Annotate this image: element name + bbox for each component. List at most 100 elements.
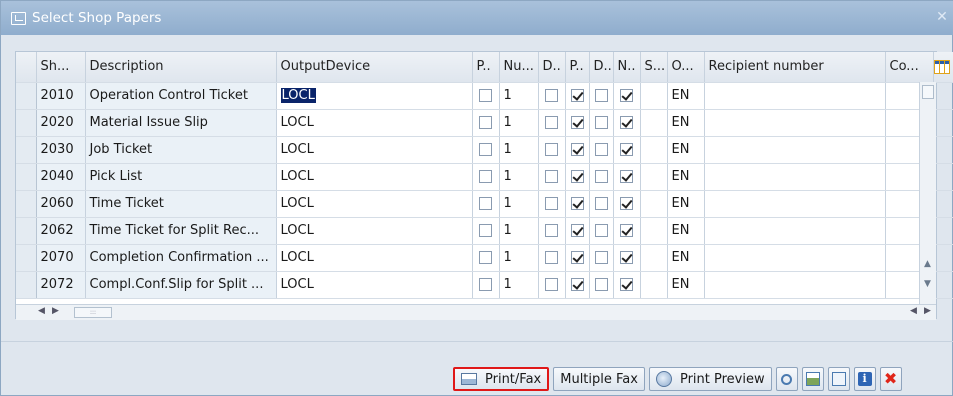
checkbox-cell[interactable] xyxy=(613,82,641,110)
output-device-cell[interactable]: LOCL xyxy=(276,109,473,137)
scroll-thumb[interactable] xyxy=(922,85,934,99)
checkbox[interactable] xyxy=(479,116,492,129)
row-selector[interactable] xyxy=(16,82,37,110)
checkbox-checked[interactable] xyxy=(570,251,584,264)
number-cell[interactable]: 1 xyxy=(499,217,539,245)
cancel-button[interactable]: ✖ xyxy=(879,367,902,391)
language-cell[interactable]: EN xyxy=(667,190,705,218)
copies-value[interactable]: 1 xyxy=(504,250,512,265)
checkbox-cell[interactable] xyxy=(538,136,566,164)
horizontal-scroll-thumb[interactable]: ::: xyxy=(74,307,112,318)
output-device-cell[interactable]: LOCL xyxy=(276,163,473,191)
table-row[interactable]: 2070 Completion Confirmation ... LOCL 1 EN xyxy=(16,244,953,272)
output-device-cell[interactable]: LOCL xyxy=(276,217,473,245)
output-device-cell[interactable]: LOCL xyxy=(276,136,473,164)
checkbox-cell[interactable] xyxy=(589,136,614,164)
number-cell[interactable]: 1 xyxy=(499,82,539,110)
checkbox-cell[interactable] xyxy=(613,163,641,191)
s-cell[interactable] xyxy=(640,136,668,164)
copies-value[interactable]: 1 xyxy=(504,88,512,103)
checkbox-cell[interactable] xyxy=(589,190,614,218)
s-cell[interactable] xyxy=(640,244,668,272)
row-selector[interactable] xyxy=(16,163,37,191)
language-cell[interactable]: EN xyxy=(667,217,705,245)
copies-value[interactable]: 1 xyxy=(504,277,512,292)
copies-value[interactable]: 1 xyxy=(504,142,512,157)
checkbox-cell[interactable] xyxy=(565,82,590,110)
checkbox[interactable] xyxy=(545,143,558,156)
recipient-number-cell[interactable] xyxy=(704,217,886,245)
output-device-value[interactable]: LOCL xyxy=(281,169,314,184)
table-row[interactable]: 2010 Operation Control Ticket LOCL 1 EN xyxy=(16,82,953,110)
close-icon[interactable]: ✕ xyxy=(934,9,950,27)
output-device-cell[interactable]: LOCL xyxy=(276,271,473,299)
scroll-right-icon[interactable]: ▶ xyxy=(924,306,931,316)
output-device-cell[interactable]: LOCL xyxy=(276,244,473,272)
checkbox-checked[interactable] xyxy=(620,143,633,156)
checkbox-cell[interactable] xyxy=(538,217,566,245)
checkbox-checked[interactable] xyxy=(570,116,584,129)
checkbox-cell[interactable] xyxy=(472,271,500,299)
checkbox[interactable] xyxy=(594,278,608,291)
number-cell[interactable]: 1 xyxy=(499,163,539,191)
checkbox[interactable] xyxy=(545,251,558,264)
number-cell[interactable]: 1 xyxy=(499,271,539,299)
column-header[interactable]: N.. xyxy=(613,52,641,83)
output-device-cell[interactable]: LOCL xyxy=(276,190,473,218)
scroll-up-icon[interactable]: ▲ xyxy=(924,259,931,269)
column-header[interactable]: O... xyxy=(667,52,705,83)
scroll-right-icon[interactable]: ▶ xyxy=(52,306,59,316)
checkbox-cell[interactable] xyxy=(565,136,590,164)
checkbox[interactable] xyxy=(479,89,492,102)
output-device-value[interactable]: LOCL xyxy=(281,196,314,211)
checkbox-cell[interactable] xyxy=(565,190,590,218)
language-cell[interactable]: EN xyxy=(667,244,705,272)
column-header[interactable]: P.. xyxy=(565,52,590,83)
recipient-number-cell[interactable] xyxy=(704,82,886,110)
column-header[interactable]: Description xyxy=(85,52,277,83)
column-settings-button[interactable] xyxy=(933,52,953,83)
output-device-value[interactable]: LOCL xyxy=(281,223,314,238)
language-cell[interactable]: EN xyxy=(667,271,705,299)
language-cell[interactable]: EN xyxy=(667,136,705,164)
scroll-left-icon[interactable]: ◀ xyxy=(910,306,917,316)
recipient-number-cell[interactable] xyxy=(704,271,886,299)
checkbox[interactable] xyxy=(594,170,608,183)
checkbox-cell[interactable] xyxy=(589,217,614,245)
language-cell[interactable]: EN xyxy=(667,109,705,137)
recipient-number-cell[interactable] xyxy=(704,244,886,272)
checkbox-cell[interactable] xyxy=(613,190,641,218)
row-selector[interactable] xyxy=(16,109,37,137)
column-header[interactable]: OutputDevice xyxy=(276,52,473,83)
checkbox[interactable] xyxy=(479,197,492,210)
checkbox[interactable] xyxy=(545,170,558,183)
number-cell[interactable]: 1 xyxy=(499,109,539,137)
checkbox-cell[interactable] xyxy=(589,109,614,137)
checkbox-cell[interactable] xyxy=(472,190,500,218)
export-button[interactable] xyxy=(801,367,824,391)
row-selector[interactable] xyxy=(16,136,37,164)
recipient-number-cell[interactable] xyxy=(704,109,886,137)
s-cell[interactable] xyxy=(640,163,668,191)
checkbox-cell[interactable] xyxy=(538,82,566,110)
checkbox-checked[interactable] xyxy=(620,170,633,183)
checkbox-cell[interactable] xyxy=(613,136,641,164)
checkbox-cell[interactable] xyxy=(538,190,566,218)
checkbox-checked[interactable] xyxy=(570,170,584,183)
column-header[interactable]: S... xyxy=(640,52,668,83)
checkbox-cell[interactable] xyxy=(613,217,641,245)
checkbox-checked[interactable] xyxy=(620,197,633,210)
checkbox[interactable] xyxy=(594,197,608,210)
info-button[interactable]: i xyxy=(853,367,876,391)
recipient-number-cell[interactable] xyxy=(704,136,886,164)
table-row[interactable]: 2072 Compl.Conf.Slip for Split ... LOCL 1 EN xyxy=(16,271,953,299)
checkbox-cell[interactable] xyxy=(472,244,500,272)
checkbox-checked[interactable] xyxy=(570,143,584,156)
checkbox-cell[interactable] xyxy=(538,244,566,272)
table-row[interactable]: 2020 Material Issue Slip LOCL 1 EN xyxy=(16,109,953,137)
number-cell[interactable]: 1 xyxy=(499,244,539,272)
checkbox-cell[interactable] xyxy=(538,109,566,137)
checkbox-checked[interactable] xyxy=(570,224,584,237)
copies-value[interactable]: 1 xyxy=(504,169,512,184)
checkbox[interactable] xyxy=(479,170,492,183)
